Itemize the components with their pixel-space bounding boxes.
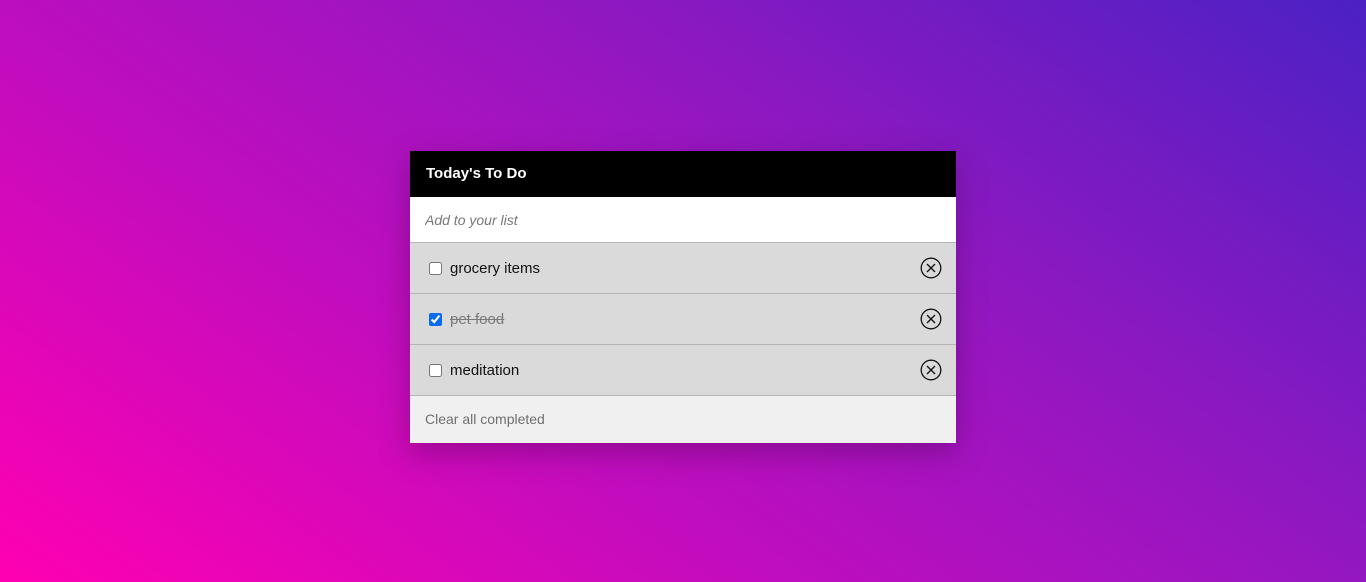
todo-card: Today's To Do grocery items pet food med… [410,151,956,443]
todo-label: meditation [450,361,520,379]
todo-checkbox[interactable] [429,261,442,275]
add-todo-input[interactable] [410,197,956,243]
todo-item-2: pet food [410,294,956,345]
todo-item-1: grocery items [410,243,956,294]
todo-label: grocery items [450,259,541,277]
todo-header-title: Today's To Do [410,151,956,197]
close-circle-icon[interactable] [920,308,942,330]
close-circle-icon[interactable] [920,257,942,279]
todo-label: pet food [450,310,505,328]
clear-completed-button[interactable]: Clear all completed [410,396,956,442]
close-circle-icon[interactable] [920,359,942,381]
todo-item-3: meditation [410,345,956,396]
todo-checkbox[interactable] [429,363,442,377]
todo-checkbox[interactable] [429,312,442,326]
todo-list: grocery items pet food meditation [410,243,956,396]
